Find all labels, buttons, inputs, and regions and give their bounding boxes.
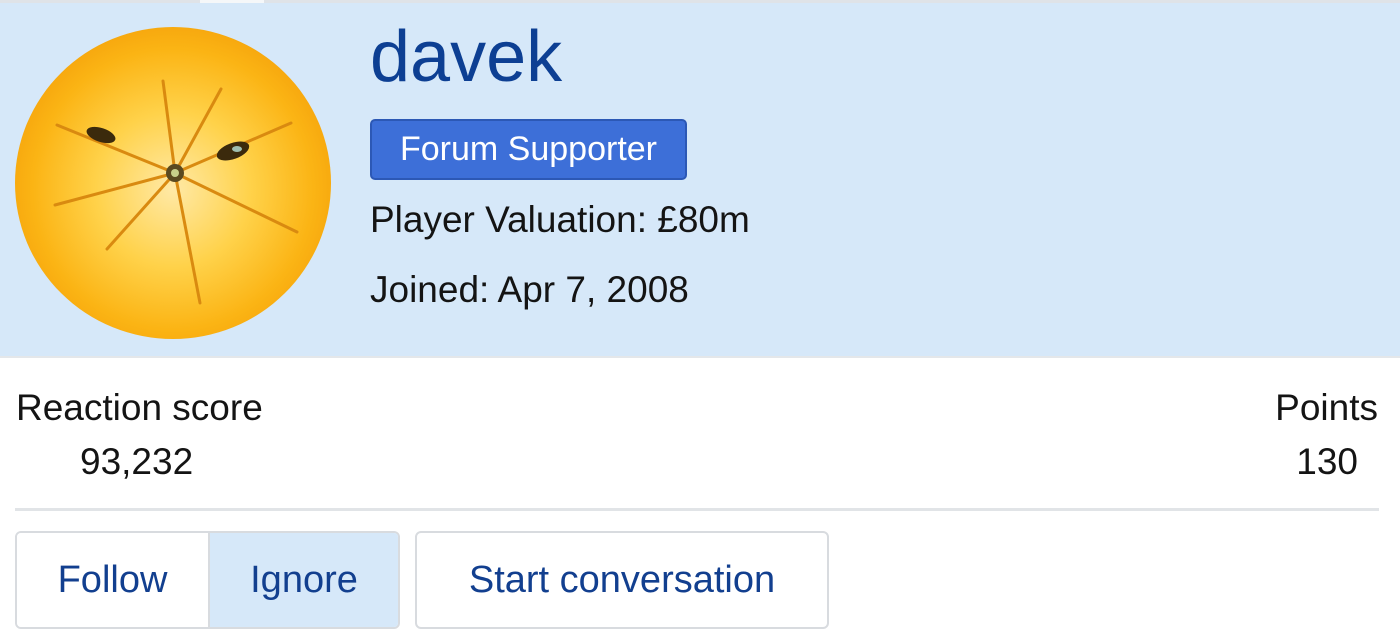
orange-face-avatar-icon bbox=[53, 79, 299, 305]
reaction-score-value[interactable]: 93,232 bbox=[80, 441, 193, 483]
follow-button[interactable]: Follow bbox=[17, 533, 210, 627]
points-value[interactable]: 130 bbox=[1296, 441, 1358, 483]
avatar[interactable] bbox=[15, 27, 331, 339]
start-conversation-button[interactable]: Start conversation bbox=[415, 531, 829, 629]
follow-ignore-group: Follow Ignore bbox=[15, 531, 400, 629]
divider bbox=[15, 508, 1379, 511]
points-label: Points bbox=[1275, 387, 1378, 428]
player-valuation: Player Valuation: £80m bbox=[370, 199, 750, 240]
joined-date: Joined: Apr 7, 2008 bbox=[370, 269, 689, 310]
username[interactable]: davek bbox=[370, 17, 562, 97]
profile-header: davek Forum Supporter Player Valuation: … bbox=[0, 3, 1400, 358]
reaction-score-label: Reaction score bbox=[16, 387, 263, 428]
forum-supporter-badge: Forum Supporter bbox=[370, 119, 687, 180]
ignore-button[interactable]: Ignore bbox=[210, 533, 398, 627]
